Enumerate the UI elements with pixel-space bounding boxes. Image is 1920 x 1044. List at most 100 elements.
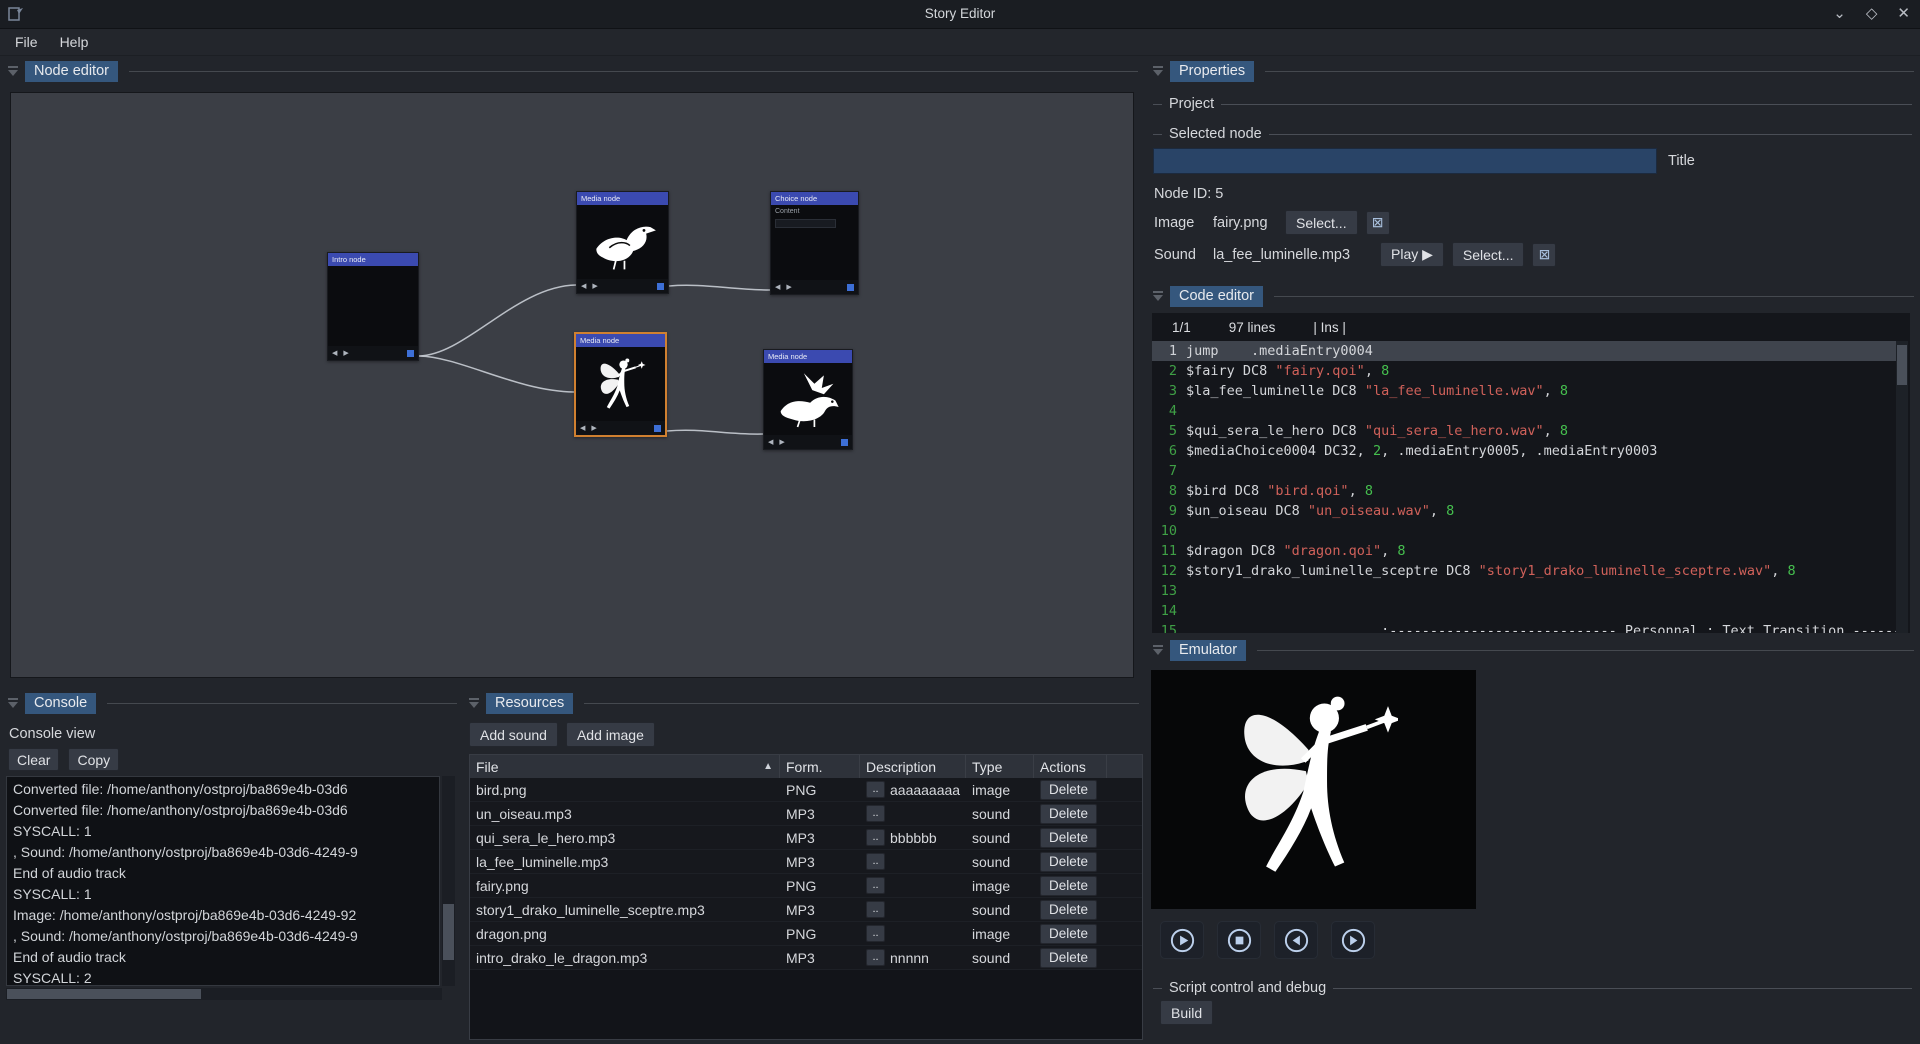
node-title[interactable]: Intro node bbox=[328, 253, 418, 266]
add-image-button[interactable]: Add image bbox=[566, 722, 655, 747]
graph-node[interactable]: Choice nodeContent◀ ▶ bbox=[770, 191, 859, 295]
sound-select-button[interactable]: Select... bbox=[1452, 242, 1525, 267]
edit-description-button[interactable]: .. bbox=[866, 949, 885, 966]
column-header-actions[interactable]: Actions bbox=[1034, 755, 1107, 778]
delete-button[interactable]: Delete bbox=[1040, 900, 1097, 920]
collapse-icon[interactable] bbox=[6, 696, 20, 710]
delete-button[interactable]: Delete bbox=[1040, 804, 1097, 824]
node-socket[interactable] bbox=[657, 283, 664, 290]
node-nav-icons[interactable]: ◀ ▶ bbox=[775, 283, 794, 291]
graph-node[interactable]: Media node ◀ ▶ bbox=[576, 191, 669, 294]
column-header-description[interactable]: Description bbox=[860, 755, 966, 778]
step-forward-button[interactable] bbox=[1331, 921, 1375, 959]
console-view-label: Console view bbox=[9, 726, 95, 742]
delete-button[interactable]: Delete bbox=[1040, 852, 1097, 872]
node-nav-icons[interactable]: ◀ ▶ bbox=[581, 282, 600, 290]
collapse-icon[interactable] bbox=[467, 696, 481, 710]
header-divider bbox=[584, 703, 1139, 704]
delete-button[interactable]: Delete bbox=[1040, 828, 1097, 848]
resource-row[interactable]: bird.pngPNG..aaaaaaaaaimageDelete bbox=[470, 778, 1142, 802]
node-title[interactable]: Choice node bbox=[771, 192, 858, 205]
node-socket[interactable] bbox=[841, 439, 848, 446]
resource-row[interactable]: la_fee_luminelle.mp3MP3..soundDelete bbox=[470, 850, 1142, 874]
step-back-button[interactable] bbox=[1274, 921, 1318, 959]
edit-description-button[interactable]: .. bbox=[866, 853, 885, 870]
minimize-icon[interactable]: ⌄ bbox=[1833, 4, 1846, 22]
node-nav-icons[interactable]: ◀ ▶ bbox=[332, 349, 351, 357]
close-icon[interactable]: ✕ bbox=[1897, 4, 1910, 22]
node-socket[interactable] bbox=[407, 350, 414, 357]
resource-row[interactable]: story1_drako_luminelle_sceptre.mp3MP3..s… bbox=[470, 898, 1142, 922]
resource-file-name: fairy.png bbox=[470, 878, 780, 894]
header-divider bbox=[129, 71, 1138, 72]
resource-row[interactable]: qui_sera_le_hero.mp3MP3..bbbbbbsoundDele… bbox=[470, 826, 1142, 850]
collapse-icon[interactable] bbox=[1151, 289, 1165, 303]
collapse-icon[interactable] bbox=[1151, 643, 1165, 657]
edit-description-button[interactable]: .. bbox=[866, 877, 885, 894]
node-title[interactable]: Media node bbox=[764, 350, 852, 363]
resource-description-cell: ..bbbbbb bbox=[860, 829, 966, 846]
node-title[interactable]: Media node bbox=[576, 334, 665, 347]
delete-button[interactable]: Delete bbox=[1040, 780, 1097, 800]
column-header-type[interactable]: Type bbox=[966, 755, 1034, 778]
console-log[interactable]: Converted file: /home/anthony/ostproj/ba… bbox=[6, 776, 440, 986]
copy-button[interactable]: Copy bbox=[68, 748, 119, 771]
edit-description-button[interactable]: .. bbox=[866, 805, 885, 822]
column-header-format[interactable]: Form. bbox=[780, 755, 860, 778]
header-divider bbox=[1274, 296, 1914, 297]
maximize-icon[interactable]: ◇ bbox=[1866, 4, 1878, 22]
graph-node[interactable]: Intro node ◀ ▶ bbox=[327, 252, 419, 361]
node-editor-panel: Node editor Intro node◀ ▶Media node◀ ▶Ch… bbox=[2, 58, 1142, 687]
resource-row[interactable]: intro_drako_le_dragon.mp3MP3..nnnnnsound… bbox=[470, 946, 1142, 970]
column-header-gutter bbox=[1107, 755, 1142, 778]
play-button[interactable] bbox=[1160, 921, 1204, 959]
resource-row[interactable]: un_oiseau.mp3MP3..soundDelete bbox=[470, 802, 1142, 826]
console-log-line: End of audio track bbox=[13, 947, 433, 968]
stop-button[interactable] bbox=[1217, 921, 1261, 959]
title-input[interactable] bbox=[1153, 148, 1657, 174]
graph-node[interactable]: Media node ◀ ▶ bbox=[763, 349, 853, 450]
menu-file[interactable]: File bbox=[4, 31, 49, 53]
node-socket[interactable] bbox=[847, 284, 854, 291]
menu-help[interactable]: Help bbox=[49, 31, 100, 53]
code-line: 12$story1_drako_luminelle_sceptre DC8 "s… bbox=[1152, 561, 1896, 581]
edit-description-button[interactable]: .. bbox=[866, 925, 885, 942]
image-clear-button[interactable]: ⊠ bbox=[1366, 211, 1390, 235]
code-vertical-scrollbar[interactable] bbox=[1896, 341, 1908, 633]
console-vertical-scrollbar[interactable] bbox=[442, 776, 455, 986]
collapse-icon[interactable] bbox=[1151, 64, 1165, 78]
node-canvas[interactable]: Intro node◀ ▶Media node◀ ▶Choice nodeCon… bbox=[10, 92, 1134, 678]
sound-play-button[interactable]: Play ▶ bbox=[1380, 242, 1444, 267]
sound-label: Sound bbox=[1154, 247, 1213, 263]
clear-button[interactable]: Clear bbox=[8, 748, 59, 771]
edit-description-button[interactable]: .. bbox=[866, 901, 885, 918]
graph-node[interactable]: Media node ◀ ▶ bbox=[574, 332, 667, 437]
node-footer: ◀ ▶ bbox=[576, 421, 665, 435]
edit-description-button[interactable]: .. bbox=[866, 781, 885, 798]
sound-clear-button[interactable]: ⊠ bbox=[1532, 243, 1556, 267]
image-select-button[interactable]: Select... bbox=[1285, 210, 1358, 235]
node-socket[interactable] bbox=[654, 425, 661, 432]
panel-title-console: Console bbox=[25, 693, 96, 714]
delete-button[interactable]: Delete bbox=[1040, 948, 1097, 968]
code-editor[interactable]: 1/1 97 lines | Ins | 1jump .mediaEntry00… bbox=[1152, 313, 1910, 633]
edit-description-button[interactable]: .. bbox=[866, 829, 885, 846]
collapse-icon[interactable] bbox=[6, 64, 20, 78]
build-button[interactable]: Build bbox=[1160, 1000, 1213, 1025]
delete-button[interactable]: Delete bbox=[1040, 924, 1097, 944]
resource-row[interactable]: fairy.pngPNG..imageDelete bbox=[470, 874, 1142, 898]
scrollbar-thumb[interactable] bbox=[1897, 345, 1907, 385]
node-mini-field[interactable] bbox=[775, 219, 836, 228]
column-header-file[interactable]: File ▲ bbox=[470, 755, 780, 778]
scrollbar-thumb[interactable] bbox=[443, 904, 454, 960]
resource-row[interactable]: dragon.pngPNG..imageDelete bbox=[470, 922, 1142, 946]
node-nav-icons[interactable]: ◀ ▶ bbox=[580, 424, 599, 432]
console-horizontal-scrollbar[interactable] bbox=[6, 988, 442, 1000]
scrollbar-thumb[interactable] bbox=[7, 989, 201, 999]
node-nav-icons[interactable]: ◀ ▶ bbox=[768, 438, 787, 446]
add-sound-button[interactable]: Add sound bbox=[469, 722, 558, 747]
node-id-label: Node ID: 5 bbox=[1154, 186, 1223, 202]
delete-button[interactable]: Delete bbox=[1040, 876, 1097, 896]
node-title[interactable]: Media node bbox=[577, 192, 668, 205]
console-log-line: , Sound: /home/anthony/ostproj/ba869e4b-… bbox=[13, 926, 433, 947]
